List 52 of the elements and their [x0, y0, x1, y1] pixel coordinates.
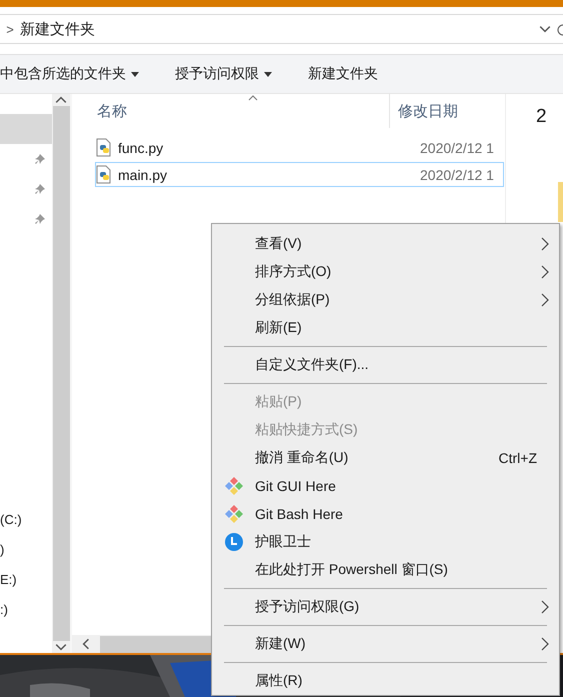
python-file-icon: [96, 165, 112, 184]
scroll-left-icon: [80, 638, 92, 650]
menu-item[interactable]: 新建(W): [212, 630, 559, 658]
scroll-down-icon: [55, 641, 67, 653]
dropdown-icon: [539, 23, 551, 35]
menu-item[interactable]: 排序方式(O): [212, 258, 559, 286]
nav-item[interactable]: E:): [0, 564, 52, 594]
menu-item[interactable]: 刷新(E): [212, 314, 559, 342]
diamond-logo-icon: [224, 476, 244, 496]
nav-item[interactable]: (C:): [0, 504, 52, 534]
refresh-icon[interactable]: [557, 22, 563, 36]
file-date: 2020/2/12 1: [420, 166, 494, 182]
shortcut-text: Ctrl+Z: [498, 450, 537, 466]
file-name: main.py: [118, 166, 168, 182]
nav-item[interactable]: :): [0, 594, 52, 624]
menu-item[interactable]: 查看(V): [212, 230, 559, 258]
column-header[interactable]: 修改日期: [390, 102, 458, 120]
file-date: 2020/2/12 1: [420, 140, 494, 156]
item-count: 2: [536, 106, 547, 127]
toolbar-button[interactable]: 新建文件夹: [308, 65, 378, 83]
menu-item[interactable]: 在此处打开 Powershell 窗口(S): [212, 556, 559, 584]
toolbar-button[interactable]: 中包含所选的文件夹: [0, 65, 139, 83]
menu-item[interactable]: 自定义文件夹(F)...: [212, 351, 559, 379]
pin-icon: [34, 153, 46, 165]
pin-icon: [34, 213, 46, 225]
scroll-up-icon: [55, 94, 67, 106]
menu-item[interactable]: 属性(R): [212, 667, 559, 695]
file-row[interactable]: main.py 2020/2/12 1: [95, 162, 504, 187]
caret-icon: [131, 72, 139, 76]
sort-caret-icon: [248, 95, 258, 101]
caret-icon: [264, 72, 272, 76]
address-path[interactable]: 新建文件夹: [20, 20, 539, 38]
menu-item[interactable]: 护眼卫士: [212, 528, 559, 556]
breadcrumb-separator[interactable]: >: [0, 22, 20, 36]
menu-item[interactable]: 撤消 重命名(U) Ctrl+Z: [212, 444, 559, 472]
scroll-thumb[interactable]: [52, 106, 70, 641]
toolbar-button[interactable]: 授予访问权限: [175, 65, 272, 83]
address-bar[interactable]: > 新建文件夹: [0, 14, 563, 44]
menu-item[interactable]: 分组依据(P): [212, 286, 559, 314]
folder-icon: [558, 182, 563, 222]
column-header[interactable]: 名称: [72, 94, 390, 128]
pin-icon: [34, 183, 46, 195]
l-circle-icon: [224, 533, 242, 551]
file-row[interactable]: func.py 2020/2/12 1: [95, 135, 504, 160]
diamond-logo-icon: [224, 504, 244, 524]
menu-item[interactable]: Git GUI Here: [212, 472, 559, 500]
nav-item[interactable]: ): [0, 534, 52, 564]
menu-item[interactable]: 授予访问权限(G): [212, 593, 559, 621]
menu-item[interactable]: Git Bash Here: [212, 500, 559, 528]
vertical-scrollbar[interactable]: [52, 94, 72, 653]
python-file-icon: [96, 138, 112, 157]
file-name: func.py: [118, 140, 164, 156]
